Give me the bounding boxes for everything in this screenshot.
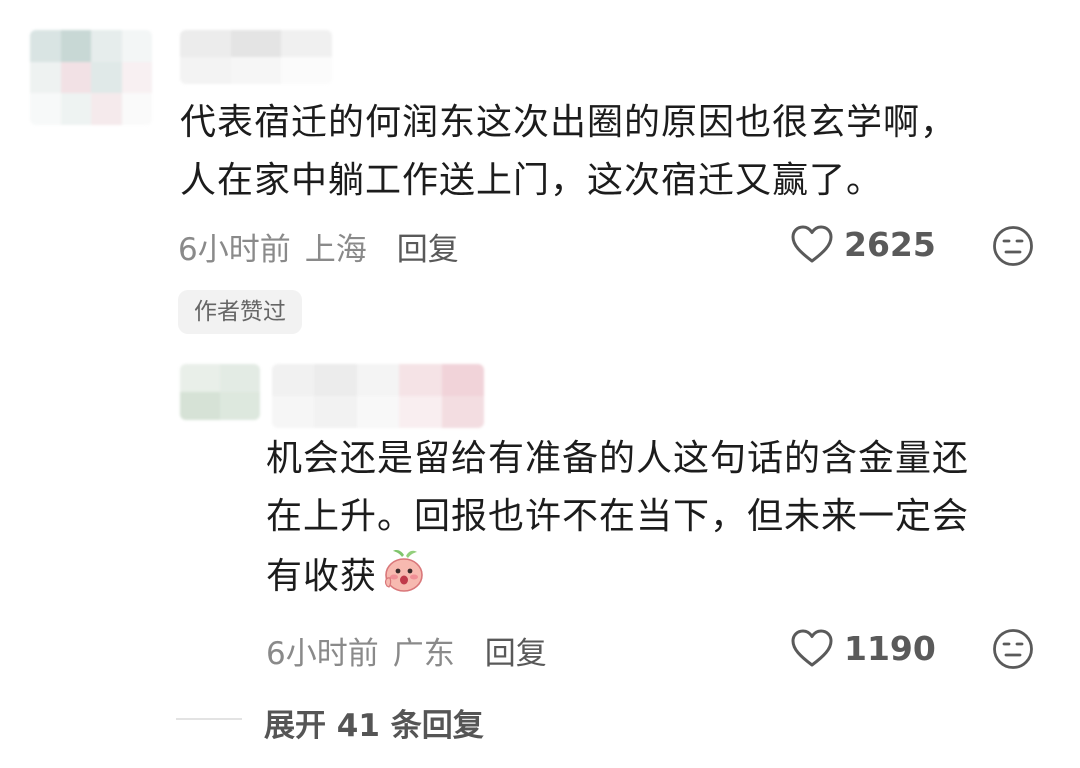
location: 广东 [392, 636, 455, 672]
reply-button[interactable]: 回复 [485, 636, 547, 672]
location: 上海 [304, 232, 367, 268]
avatar-blurred[interactable] [180, 364, 260, 420]
comment-meta: 6小时前 广东 回复 [266, 628, 547, 673]
like-button[interactable]: 2625 [790, 224, 936, 264]
neutral-face-icon[interactable] [992, 225, 1034, 267]
timestamp: 6小时前 [178, 232, 291, 268]
expand-replies-button[interactable]: 展开 41 条回复 [264, 700, 484, 745]
comment-line-text: 有收获 [266, 556, 378, 597]
comment-line: 有收获 [266, 546, 969, 606]
avatar-blurred[interactable] [30, 30, 152, 125]
reply-button[interactable]: 回复 [397, 232, 459, 268]
heart-outline-icon [791, 225, 833, 263]
comment-line: 代表宿迁的何润东这次出圈的原因也很玄学啊， [180, 102, 958, 143]
like-count: 1190 [844, 628, 936, 668]
comment-text: 机会还是留给有准备的人这句话的含金量还 在上升。回报也许不在当下，但未来一定会 … [266, 430, 969, 606]
comment-text: 代表宿迁的何润东这次出圈的原因也很玄学啊， 人在家中躺工作送上门，这次宿迁又赢了… [180, 94, 957, 210]
username-blurred[interactable] [272, 364, 484, 428]
comment-line: 人在家中躺工作送上门，这次宿迁又赢了。 [180, 160, 884, 201]
neutral-face-icon[interactable] [992, 628, 1034, 670]
comment-line: 机会还是留给有准备的人这句话的含金量还 [266, 438, 970, 479]
heart-outline-icon [791, 629, 833, 667]
timestamp: 6小时前 [266, 636, 379, 672]
comment-meta: 6小时前 上海 回复 [178, 224, 459, 269]
divider [176, 718, 242, 720]
comment-line: 在上升。回报也许不在当下，但未来一定会 [266, 496, 970, 537]
author-liked-badge: 作者赞过 [178, 290, 302, 334]
username-blurred[interactable] [180, 30, 332, 84]
like-count: 2625 [844, 224, 936, 264]
peach-blush-emoji [384, 550, 423, 592]
like-button[interactable]: 1190 [790, 628, 936, 668]
